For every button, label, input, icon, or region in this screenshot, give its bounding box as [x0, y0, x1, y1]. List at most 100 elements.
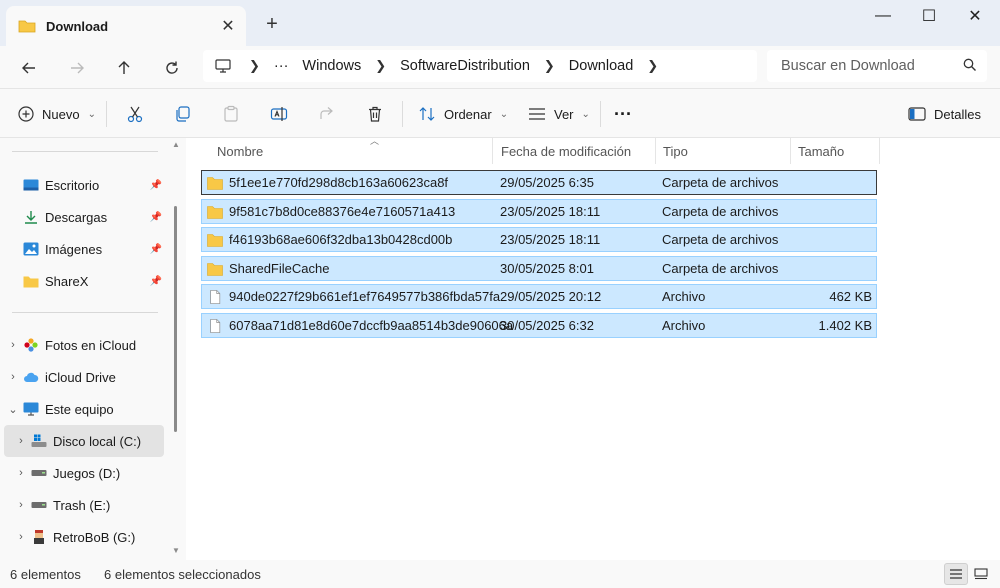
- row-date: 30/05/2025 8:01: [500, 261, 594, 276]
- chevron-right-icon[interactable]: ❯: [647, 58, 658, 74]
- up-button[interactable]: [108, 52, 140, 84]
- tiles-view-button[interactable]: [969, 563, 993, 585]
- cut-button[interactable]: [126, 99, 144, 129]
- row-type: Archivo: [662, 318, 706, 333]
- column-header-type[interactable]: Tipo: [655, 138, 791, 164]
- details-view-button[interactable]: [944, 563, 968, 585]
- pin-icon[interactable]: 📌: [150, 276, 162, 287]
- close-tab-button[interactable]: ✕: [214, 12, 242, 40]
- details-pane-icon: [908, 107, 926, 121]
- chevron-right-icon[interactable]: ›: [12, 531, 30, 543]
- table-row[interactable]: f46193b68ae606f32dba13b0428cd00b 23/05/2…: [201, 227, 877, 252]
- sort-button[interactable]: Ordenar ⌄: [418, 99, 508, 129]
- pin-icon[interactable]: 📌: [150, 180, 162, 191]
- file-icon: [210, 289, 221, 304]
- tab-title: Download: [46, 18, 109, 34]
- row-name: 5f1ee1e770fd298d8cb163a60623ca8f: [229, 175, 449, 190]
- title-bar: Download ✕ + — ☐ ✕: [0, 0, 1000, 46]
- pin-icon[interactable]: 📌: [150, 212, 162, 223]
- folder-icon: [207, 233, 223, 247]
- forward-button[interactable]: [61, 52, 93, 84]
- sidebar-item-disco-local-c[interactable]: › Disco local (C:): [4, 425, 164, 457]
- sidebar-item-icloud-drive[interactable]: › iCloud Drive: [4, 361, 164, 393]
- breadcrumb-more[interactable]: ···: [274, 58, 289, 74]
- copy-button[interactable]: [174, 99, 192, 129]
- address-bar[interactable]: ❯ ··· Windows ❯ SoftwareDistribution ❯ D…: [203, 50, 757, 82]
- scroll-up-icon[interactable]: ▲: [172, 140, 180, 149]
- paste-button[interactable]: [222, 99, 240, 129]
- arrow-up-icon: [118, 61, 130, 74]
- new-button[interactable]: Nuevo ⌄: [18, 99, 96, 129]
- close-window-button[interactable]: ✕: [952, 0, 998, 32]
- search-input[interactable]: Buscar en Download: [767, 50, 987, 82]
- sidebar-item-descargas[interactable]: Descargas 📌: [4, 201, 164, 233]
- chevron-right-icon[interactable]: ›: [4, 371, 22, 383]
- details-button[interactable]: Detalles: [908, 99, 981, 129]
- chevron-right-icon[interactable]: ›: [4, 339, 22, 351]
- maximize-button[interactable]: ☐: [906, 0, 952, 32]
- sidebar-item-sharex[interactable]: ShareX 📌: [4, 265, 164, 297]
- chevron-down-icon[interactable]: ⌄: [4, 403, 22, 416]
- sidebar-scrollbar[interactable]: ▲ ▼: [170, 138, 182, 560]
- sidebar-item-este-equipo[interactable]: ⌄ Este equipo: [4, 393, 164, 425]
- pin-icon[interactable]: 📌: [150, 244, 162, 255]
- row-name: 9f581c7b8d0ce88376e4e7160571a413: [229, 204, 456, 219]
- refresh-button[interactable]: [156, 52, 188, 84]
- chevron-right-icon[interactable]: ❯: [375, 58, 386, 74]
- download-icon: [22, 209, 40, 225]
- sidebar-item-retrobob-g[interactable]: › RetroBoB (G:): [4, 521, 164, 553]
- table-row[interactable]: 9f581c7b8d0ce88376e4e7160571a413 23/05/2…: [201, 199, 877, 224]
- view-button[interactable]: Ver ⌄: [528, 99, 590, 129]
- column-header-date[interactable]: Fecha de modificación: [493, 138, 656, 164]
- table-row[interactable]: 5f1ee1e770fd298d8cb163a60623ca8f 29/05/2…: [201, 170, 877, 195]
- sidebar-item-escritorio[interactable]: Escritorio 📌: [4, 169, 164, 201]
- scroll-down-icon[interactable]: ▼: [172, 546, 180, 555]
- column-label: Nombre: [217, 143, 264, 159]
- sidebar-item-label: Trash (E:): [53, 497, 111, 513]
- row-size: 462 KB: [829, 289, 872, 304]
- row-name: f46193b68ae606f32dba13b0428cd00b: [229, 232, 453, 247]
- sidebar-item-trash-e[interactable]: › Trash (E:): [4, 489, 164, 521]
- new-tab-button[interactable]: +: [258, 10, 286, 38]
- pictures-icon: [22, 241, 40, 257]
- chevron-right-icon[interactable]: ❯: [544, 58, 555, 74]
- row-date: 30/05/2025 6:32: [500, 318, 594, 333]
- rename-button[interactable]: [270, 99, 288, 129]
- table-row[interactable]: SharedFileCache 30/05/2025 8:01 Carpeta …: [201, 256, 877, 281]
- sidebar-item-label: Descargas: [45, 209, 108, 225]
- delete-button[interactable]: [366, 99, 384, 129]
- trash-icon: [369, 106, 381, 122]
- share-button[interactable]: [318, 99, 336, 129]
- table-row[interactable]: 6078aa71d81e8d60e7dccfb9aa8514b3de90606a…: [201, 313, 877, 338]
- table-row[interactable]: 940de0227f29b661ef1ef7649577b386fbda57fa…: [201, 284, 877, 309]
- minimize-button[interactable]: —: [860, 0, 906, 32]
- row-type: Carpeta de archivos: [662, 175, 779, 190]
- column-header-size[interactable]: Tamaño: [790, 138, 880, 164]
- chevron-right-icon[interactable]: ›: [12, 435, 30, 447]
- row-type: Carpeta de archivos: [662, 204, 779, 219]
- monitor-icon: [215, 59, 231, 73]
- item-count: 6 elementos: [10, 567, 81, 582]
- breadcrumb-softwaredistribution[interactable]: SoftwareDistribution: [400, 58, 530, 74]
- scrollbar-thumb[interactable]: [174, 206, 177, 432]
- back-button[interactable]: [13, 52, 45, 84]
- this-pc-icon: [22, 401, 40, 417]
- column-label: Fecha de modificación: [501, 143, 632, 159]
- chevron-right-icon[interactable]: ›: [12, 467, 30, 479]
- folder-icon: [18, 20, 36, 33]
- more-options-button[interactable]: ···: [614, 99, 632, 129]
- tab-download[interactable]: Download ✕: [6, 6, 246, 46]
- share-icon: [320, 107, 333, 119]
- row-date: 23/05/2025 18:11: [500, 204, 601, 219]
- breadcrumb-download[interactable]: Download: [569, 58, 634, 74]
- breadcrumb-windows[interactable]: Windows: [302, 58, 361, 74]
- status-bar: 6 elementos 6 elementos seleccionados: [0, 560, 1000, 588]
- column-header-name[interactable]: Nombre ︿: [209, 136, 493, 164]
- new-label: Nuevo: [42, 106, 80, 122]
- row-date: 23/05/2025 18:11: [500, 232, 601, 247]
- chevron-right-icon[interactable]: ›: [12, 499, 30, 511]
- sidebar-item-label: ShareX: [45, 273, 89, 289]
- sidebar-item-juegos-d[interactable]: › Juegos (D:): [4, 457, 164, 489]
- sidebar-item-imagenes[interactable]: Imágenes 📌: [4, 233, 164, 265]
- sidebar-item-fotos-icloud[interactable]: › Fotos en iCloud: [4, 329, 164, 361]
